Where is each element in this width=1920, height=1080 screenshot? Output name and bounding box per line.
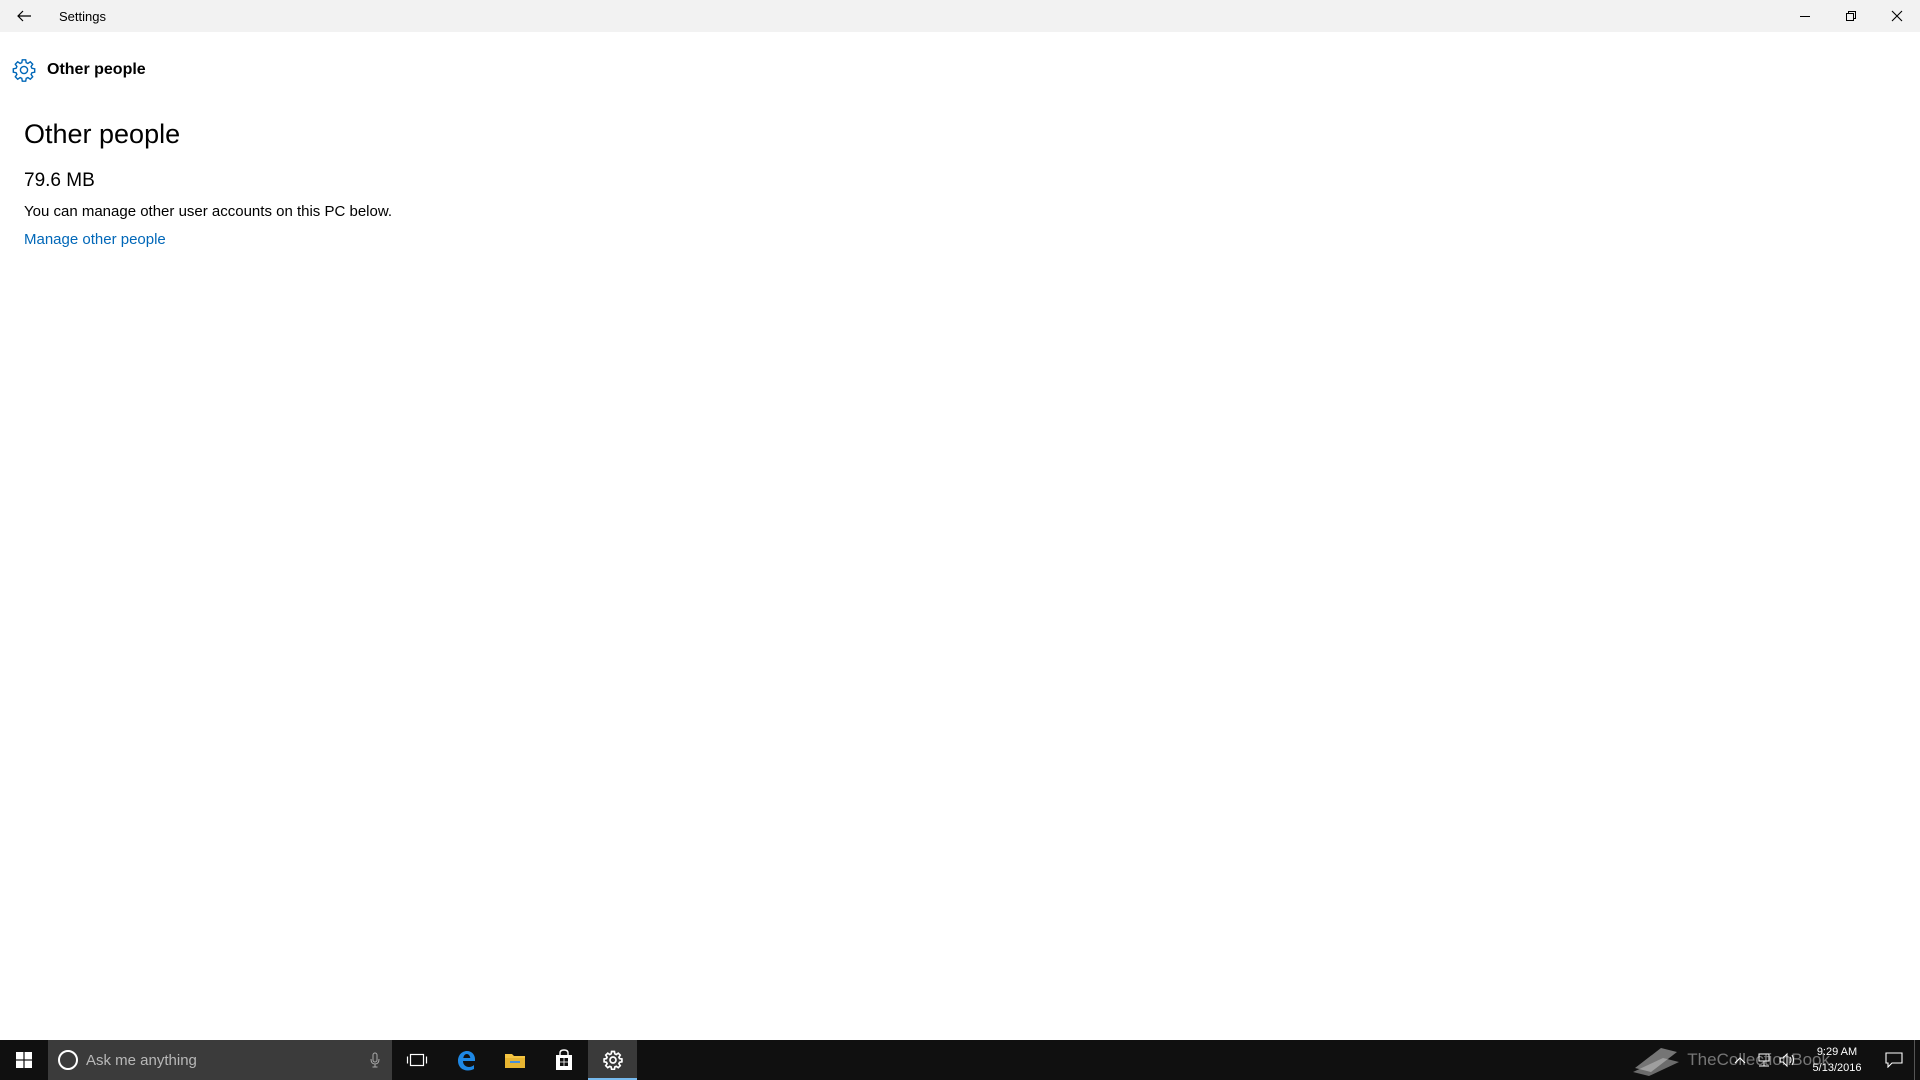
storage-size: 79.6 MB [24, 170, 95, 191]
show-hidden-icons-button[interactable] [1728, 1040, 1752, 1080]
system-tray: 9:29 AM 5/13/2016 [1728, 1040, 1920, 1080]
page-title: Other people [24, 119, 181, 149]
settings-icon [602, 1050, 623, 1070]
file-explorer-button[interactable] [490, 1040, 539, 1080]
action-center-button[interactable] [1874, 1040, 1914, 1080]
back-arrow-icon [17, 10, 31, 22]
restore-icon [1846, 11, 1856, 21]
search-input[interactable] [86, 1051, 356, 1069]
close-button[interactable] [1874, 0, 1920, 32]
clock-date: 5/13/2016 [1812, 1062, 1862, 1074]
restore-button[interactable] [1828, 0, 1874, 32]
taskbar: TheCollectionBook 9:29 [0, 1040, 1920, 1080]
title-bar: Settings [0, 0, 1920, 32]
window-title: Settings [59, 8, 106, 24]
task-view-icon [406, 1053, 427, 1067]
settings-window: Settings Other people Other people 79.6 … [0, 0, 1920, 1080]
back-button[interactable] [0, 0, 48, 32]
chevron-up-icon [1734, 1057, 1746, 1064]
manage-other-people-link[interactable]: Manage other people [24, 231, 166, 248]
window-controls [1782, 0, 1920, 32]
notification-icon [1885, 1052, 1903, 1068]
edge-icon [457, 1051, 475, 1071]
network-button[interactable] [1752, 1040, 1776, 1080]
microphone-icon[interactable] [370, 1052, 380, 1068]
page-header: Other people [12, 58, 146, 82]
minimize-button[interactable] [1782, 0, 1828, 32]
gear-icon [12, 59, 36, 82]
header-label: Other people [47, 61, 146, 78]
file-explorer-icon [504, 1054, 525, 1068]
task-view-button[interactable] [392, 1040, 441, 1080]
description-text: You can manage other user accounts on th… [24, 203, 393, 220]
speaker-icon [1779, 1052, 1794, 1068]
store-icon [555, 1049, 572, 1070]
network-icon [1758, 1053, 1770, 1067]
cortana-search-box[interactable] [48, 1040, 392, 1080]
book-logo-icon [1633, 1048, 1680, 1076]
store-button[interactable] [539, 1040, 588, 1080]
volume-button[interactable] [1776, 1040, 1800, 1080]
edge-button[interactable] [441, 1040, 490, 1080]
cortana-icon [58, 1050, 78, 1070]
show-desktop-button[interactable] [1914, 1040, 1920, 1080]
settings-taskbar-button[interactable] [588, 1040, 637, 1080]
close-icon [1891, 10, 1903, 22]
windows-logo-icon [16, 1052, 32, 1068]
minimize-icon [1800, 16, 1810, 17]
clock[interactable]: 9:29 AM 5/13/2016 [1800, 1040, 1874, 1080]
start-button[interactable] [0, 1040, 48, 1080]
clock-time: 9:29 AM [1816, 1046, 1858, 1058]
